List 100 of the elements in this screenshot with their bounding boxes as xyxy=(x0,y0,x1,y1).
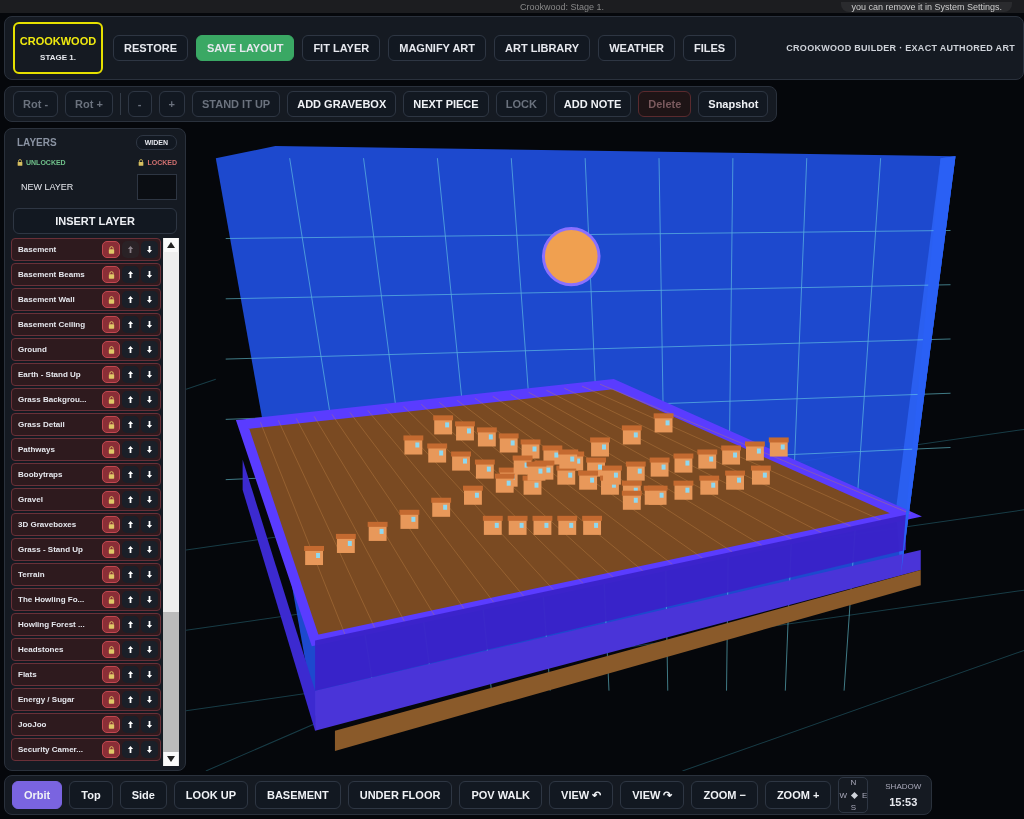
move-down-button[interactable] xyxy=(141,366,158,383)
header-button[interactable]: ART LIBRARY xyxy=(494,35,591,61)
toolbar-button[interactable]: Snapshot xyxy=(698,91,769,117)
padlock-button[interactable] xyxy=(102,366,120,383)
header-button[interactable]: WEATHER xyxy=(598,35,675,61)
move-up-button[interactable] xyxy=(122,316,139,333)
view-button[interactable]: UNDER FLOOR xyxy=(347,781,453,809)
view-button[interactable]: Side xyxy=(119,781,167,809)
view-button[interactable]: BASEMENT xyxy=(255,781,341,809)
layer-row[interactable]: Grass Backgrou... xyxy=(11,388,161,411)
compass[interactable]: N W E S xyxy=(838,777,869,813)
padlock-button[interactable] xyxy=(102,241,120,258)
padlock-button[interactable] xyxy=(102,291,120,308)
new-layer-field[interactable] xyxy=(137,174,177,200)
view-button[interactable]: POV WALK xyxy=(459,781,543,809)
layer-row[interactable]: Flats xyxy=(11,663,161,686)
padlock-button[interactable] xyxy=(102,591,120,608)
padlock-button[interactable] xyxy=(102,316,120,333)
layer-row[interactable]: The Howling Fo... xyxy=(11,588,161,611)
3d-scene-drawing[interactable] xyxy=(186,146,1024,771)
move-down-button[interactable] xyxy=(141,741,158,758)
padlock-button[interactable] xyxy=(102,641,120,658)
layer-row[interactable]: Basement Ceiling xyxy=(11,313,161,336)
header-button[interactable]: MAGNIFY ART xyxy=(388,35,486,61)
move-down-button[interactable] xyxy=(141,441,158,458)
layer-row[interactable]: Pathways xyxy=(11,438,161,461)
padlock-button[interactable] xyxy=(102,716,120,733)
move-down-button[interactable] xyxy=(141,591,158,608)
move-down-button[interactable] xyxy=(141,541,158,558)
layer-row[interactable]: Terrain xyxy=(11,563,161,586)
toolbar-button[interactable]: ADD GRAVEBOX xyxy=(287,91,397,117)
move-up-button[interactable] xyxy=(122,616,139,633)
move-up-button[interactable] xyxy=(122,691,139,708)
layer-row[interactable]: Basement Wall xyxy=(11,288,161,311)
padlock-button[interactable] xyxy=(102,566,120,583)
layer-row[interactable]: Basement xyxy=(11,238,161,261)
move-down-button[interactable] xyxy=(141,616,158,633)
layer-row[interactable]: Headstones xyxy=(11,638,161,661)
move-up-button[interactable] xyxy=(122,291,139,308)
padlock-button[interactable] xyxy=(102,341,120,358)
move-up-button[interactable] xyxy=(122,591,139,608)
move-up-button[interactable] xyxy=(122,741,139,758)
view-button[interactable]: LOOK UP xyxy=(173,781,248,809)
padlock-button[interactable] xyxy=(102,491,120,508)
scroll-up-icon[interactable] xyxy=(164,238,178,252)
move-up-button[interactable] xyxy=(122,441,139,458)
padlock-button[interactable] xyxy=(102,416,120,433)
view-button[interactable]: ZOOM + xyxy=(764,781,832,809)
move-up-button[interactable] xyxy=(122,366,139,383)
move-up-button[interactable] xyxy=(122,716,139,733)
layer-row[interactable]: Boobytraps xyxy=(11,463,161,486)
move-up-button[interactable] xyxy=(122,266,139,283)
move-down-button[interactable] xyxy=(141,691,158,708)
layer-row[interactable]: Gravel xyxy=(11,488,161,511)
move-up-button[interactable] xyxy=(122,466,139,483)
header-button[interactable]: FIT LAYER xyxy=(302,35,381,61)
move-up-button[interactable] xyxy=(122,391,139,408)
move-down-button[interactable] xyxy=(141,416,158,433)
scroll-down-icon[interactable] xyxy=(164,752,178,766)
move-down-button[interactable] xyxy=(141,341,158,358)
header-button[interactable]: FILES xyxy=(682,35,737,61)
move-up-button[interactable] xyxy=(122,516,139,533)
padlock-button[interactable] xyxy=(102,616,120,633)
layer-row[interactable]: Grass - Stand Up xyxy=(11,538,161,561)
insert-layer-button[interactable]: INSERT LAYER xyxy=(13,208,177,234)
padlock-button[interactable] xyxy=(102,541,120,558)
move-down-button[interactable] xyxy=(141,516,158,533)
move-down-button[interactable] xyxy=(141,316,158,333)
layer-row[interactable]: Howling Forest ... xyxy=(11,613,161,636)
header-button[interactable]: RESTORE xyxy=(113,35,188,61)
move-up-button[interactable] xyxy=(122,491,139,508)
move-down-button[interactable] xyxy=(141,666,158,683)
layer-row[interactable]: 3D Graveboxes xyxy=(11,513,161,536)
scrollbar[interactable] xyxy=(163,238,179,766)
padlock-button[interactable] xyxy=(102,466,120,483)
move-down-button[interactable] xyxy=(141,241,158,258)
move-down-button[interactable] xyxy=(141,641,158,658)
toolbar-button[interactable]: ADD NOTE xyxy=(553,91,632,117)
view-button[interactable]: VIEW ↷ xyxy=(620,781,685,809)
move-down-button[interactable] xyxy=(141,291,158,308)
move-up-button[interactable] xyxy=(122,666,139,683)
layer-row[interactable]: Grass Detail xyxy=(11,413,161,436)
layer-row[interactable]: Ground xyxy=(11,338,161,361)
padlock-button[interactable] xyxy=(102,441,120,458)
layer-row[interactable]: JooJoo xyxy=(11,713,161,736)
layer-row[interactable]: Earth - Stand Up xyxy=(11,363,161,386)
layer-row[interactable]: Energy / Sugar xyxy=(11,688,161,711)
view-button[interactable]: VIEW ↶ xyxy=(549,781,614,809)
view-button[interactable]: Orbit xyxy=(12,781,63,809)
move-down-button[interactable] xyxy=(141,491,158,508)
move-up-button[interactable] xyxy=(122,641,139,658)
move-down-button[interactable] xyxy=(141,466,158,483)
move-down-button[interactable] xyxy=(141,716,158,733)
move-up-button[interactable] xyxy=(122,341,139,358)
padlock-button[interactable] xyxy=(102,741,120,758)
move-up-button[interactable] xyxy=(122,541,139,558)
move-down-button[interactable] xyxy=(141,266,158,283)
padlock-button[interactable] xyxy=(102,666,120,683)
toolbar-button[interactable]: NEXT PIECE xyxy=(403,91,489,117)
move-down-button[interactable] xyxy=(141,391,158,408)
